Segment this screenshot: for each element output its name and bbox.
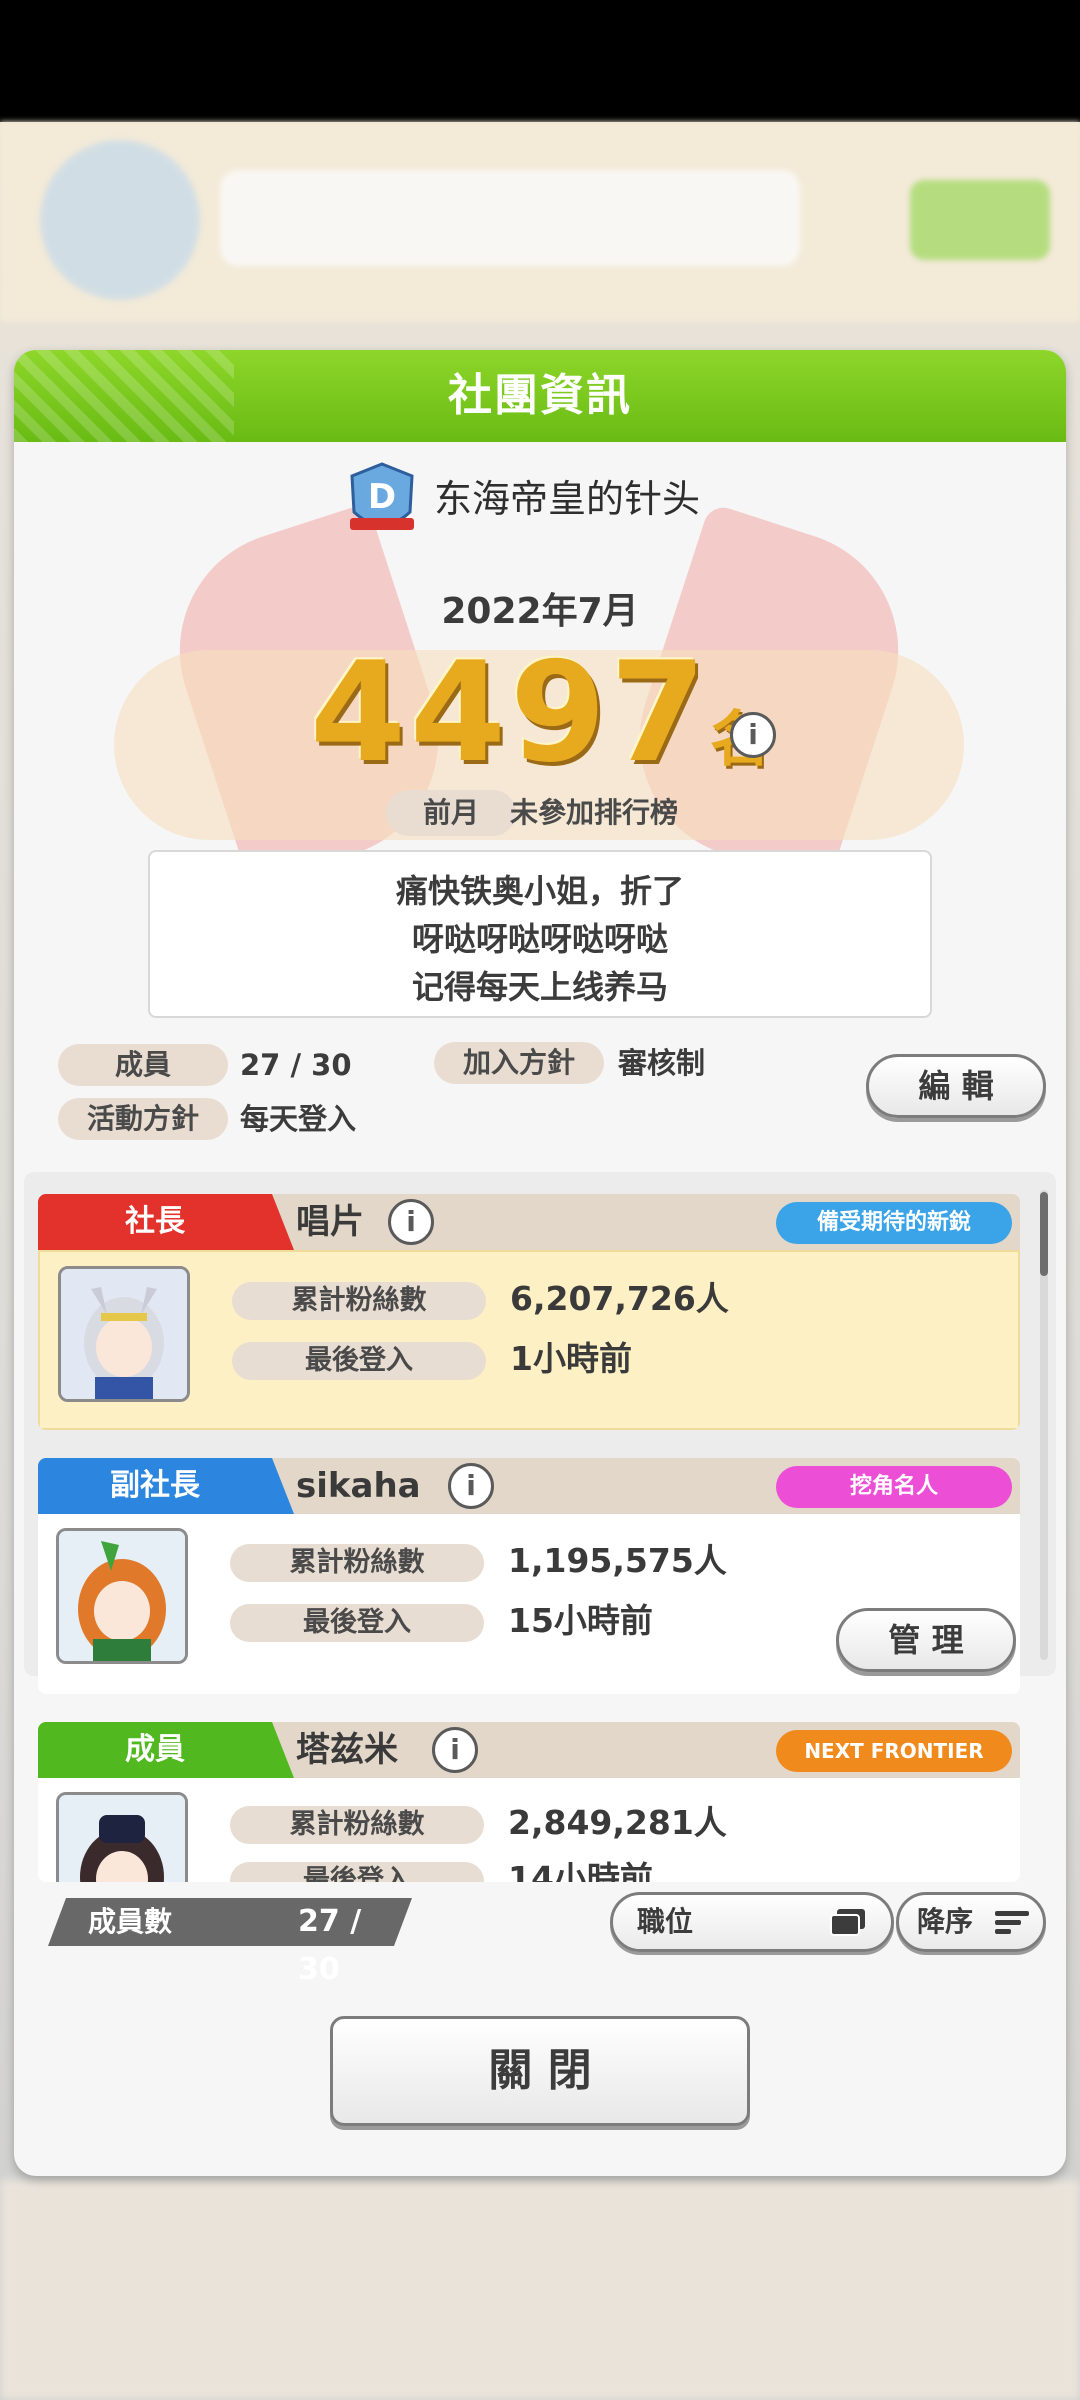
member-count-label: 成員數 bbox=[88, 1905, 173, 1938]
club-motto: 痛快铁奥小姐，折了 呀哒呀哒呀哒呀哒 记得每天上线养马 bbox=[148, 850, 932, 1018]
rank-display: 4497名 bbox=[14, 632, 1066, 793]
sort-order-label: 降序 bbox=[917, 1905, 974, 1938]
role-tag: 成員 bbox=[38, 1722, 294, 1778]
fans-value: 1,195,575人 bbox=[508, 1541, 727, 1580]
member-name: 塔兹米 bbox=[296, 1730, 398, 1770]
background-name-box bbox=[220, 170, 800, 266]
join-policy-value: 審核制 bbox=[618, 1046, 706, 1080]
avatar-image-icon bbox=[59, 1795, 185, 1882]
member-name: 唱片 bbox=[296, 1202, 364, 1242]
dialog-header: 社團資訊 bbox=[14, 350, 1066, 442]
sort-role-button[interactable]: 職位 bbox=[610, 1892, 894, 1952]
background-green-button bbox=[910, 180, 1050, 260]
member-card-header: 副社長 sikaha i 挖角名人 bbox=[38, 1458, 1020, 1514]
previous-month-value: 未參加排行榜 bbox=[510, 796, 679, 829]
title-badge: 挖角名人 bbox=[776, 1466, 1012, 1508]
fans-value: 6,207,726人 bbox=[510, 1279, 729, 1318]
activity-policy-value: 每天登入 bbox=[240, 1102, 357, 1136]
member-info-icon[interactable]: i bbox=[388, 1199, 434, 1245]
member-info-icon[interactable]: i bbox=[448, 1463, 494, 1509]
club-name: 东海帝皇的针头 bbox=[434, 477, 701, 521]
status-bar bbox=[0, 0, 1080, 122]
avatar bbox=[58, 1266, 190, 1402]
members-label: 成員 bbox=[58, 1044, 228, 1086]
last-login-label: 最後登入 bbox=[232, 1342, 486, 1380]
club-emblem-icon: D bbox=[350, 462, 414, 530]
avatar bbox=[56, 1528, 188, 1664]
dialog-title: 社團資訊 bbox=[448, 370, 632, 421]
member-card-body: 累計粉絲數 2,849,281人 最後登入 14小時前 bbox=[38, 1778, 1020, 1882]
avatar-image-icon bbox=[59, 1531, 185, 1661]
motto-line: 呀哒呀哒呀哒呀哒 bbox=[411, 920, 668, 958]
join-policy-label: 加入方針 bbox=[434, 1042, 604, 1084]
previous-month-label: 前月 bbox=[386, 790, 516, 836]
sort-order-button[interactable]: 降序 bbox=[896, 1892, 1046, 1952]
member-card-vice-president[interactable]: 副社長 sikaha i 挖角名人 累計粉絲數 1,195,575人 最後登入 … bbox=[38, 1458, 1020, 1694]
edit-button[interactable]: 編 輯 bbox=[866, 1054, 1046, 1118]
role-tag: 副社長 bbox=[38, 1458, 294, 1514]
last-login-label: 最後登入 bbox=[230, 1862, 484, 1882]
title-badge: NEXT FRONTIER bbox=[776, 1730, 1012, 1772]
rank-month: 2022年7月 bbox=[441, 591, 639, 632]
avatar bbox=[56, 1792, 188, 1882]
activity-policy-label: 活動方針 bbox=[58, 1098, 228, 1140]
motto-line: 记得每天上线养马 bbox=[411, 968, 668, 1006]
fans-label: 累計粉絲數 bbox=[232, 1282, 486, 1320]
last-login-label: 最後登入 bbox=[230, 1604, 484, 1642]
cards-icon bbox=[830, 1909, 865, 1936]
members-value: 27 / 30 bbox=[240, 1048, 352, 1082]
last-login-value: 15小時前 bbox=[508, 1601, 653, 1640]
rank-info-icon[interactable]: i bbox=[730, 712, 776, 758]
background-bottom-nav bbox=[0, 2180, 1080, 2400]
member-name: sikaha bbox=[296, 1466, 421, 1506]
scrollbar-thumb[interactable] bbox=[1040, 1192, 1048, 1276]
member-card-header: 成員 塔兹米 i NEXT FRONTIER bbox=[38, 1722, 1020, 1778]
fans-label: 累計粉絲數 bbox=[230, 1544, 484, 1582]
sort-lines-icon bbox=[995, 1911, 1029, 1934]
title-badge: 備受期待的新銳 bbox=[776, 1202, 1012, 1244]
manage-button[interactable]: 管 理 bbox=[836, 1608, 1016, 1672]
member-count-value: 27 / 30 bbox=[298, 1904, 362, 1987]
member-card-member[interactable]: 成員 塔兹米 i NEXT FRONTIER 累計粉絲數 2,849,281人 … bbox=[38, 1722, 1020, 1882]
fans-value: 2,849,281人 bbox=[508, 1803, 727, 1842]
fans-label: 累計粉絲數 bbox=[230, 1806, 484, 1844]
avatar-image-icon bbox=[61, 1269, 187, 1399]
member-card-header: 社長 唱片 i 備受期待的新銳 bbox=[38, 1194, 1020, 1250]
last-login-value: 1小時前 bbox=[510, 1339, 632, 1378]
member-info-icon[interactable]: i bbox=[432, 1727, 478, 1773]
member-card-body: 累計粉絲數 1,195,575人 最後登入 15小時前 管 理 bbox=[38, 1514, 1020, 1694]
member-count-bar: 成員數 27 / 30 bbox=[48, 1898, 412, 1987]
rank-number: 4497 bbox=[309, 632, 711, 793]
close-button[interactable]: 關 閉 bbox=[330, 2016, 750, 2126]
sort-role-label: 職位 bbox=[637, 1905, 694, 1938]
member-card-body: 累計粉絲數 6,207,726人 最後登入 1小時前 bbox=[38, 1250, 1020, 1430]
background-emblem bbox=[40, 140, 200, 300]
role-tag: 社長 bbox=[38, 1194, 294, 1250]
club-info-dialog: 社團資訊 D 东海帝皇的针头 2022年7月 4497名 i 前月 未參加排行榜… bbox=[14, 350, 1066, 2176]
svg-text:D: D bbox=[368, 477, 396, 517]
member-card-president[interactable]: 社長 唱片 i 備受期待的新銳 累計粉絲數 6,207,726人 最後登入 1小… bbox=[38, 1194, 1020, 1430]
last-login-value: 14小時前 bbox=[508, 1859, 653, 1883]
motto-line: 痛快铁奥小姐，折了 bbox=[395, 872, 684, 910]
